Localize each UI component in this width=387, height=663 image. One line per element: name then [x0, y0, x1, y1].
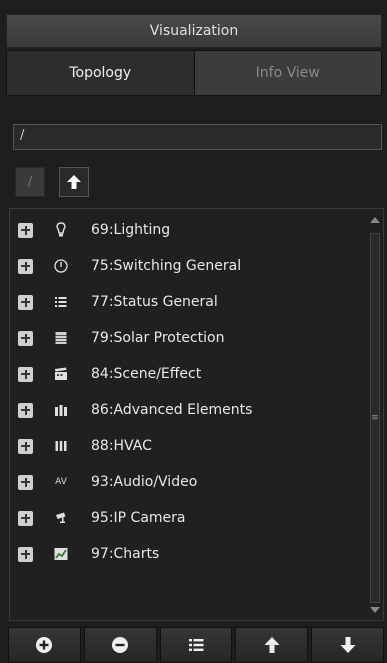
panel-title: Visualization [149, 23, 239, 39]
av-icon-text: AV [55, 477, 67, 487]
expand-icon[interactable] [18, 366, 33, 382]
tab-bar: Topology Info View [6, 50, 382, 96]
list-item[interactable]: 77:Status General [18, 287, 358, 317]
list-item-label: 95:IP Camera [91, 510, 186, 526]
list-item[interactable]: 95:IP Camera [18, 503, 358, 533]
plus-circle-icon [36, 637, 53, 653]
list-item[interactable]: 88:HVAC [18, 431, 358, 461]
tab-info-view[interactable]: Info View [194, 51, 381, 95]
hvac-icon [53, 438, 69, 454]
expand-icon[interactable] [18, 546, 33, 562]
expand-icon[interactable] [18, 294, 33, 310]
tab-topology-label: Topology [69, 65, 132, 81]
expand-icon[interactable] [18, 438, 33, 454]
scroll-down-arrow-icon[interactable] [370, 607, 380, 613]
expand-icon[interactable] [18, 330, 33, 346]
path-field[interactable]: / [13, 124, 382, 150]
power-icon [53, 258, 69, 274]
expand-icon[interactable] [18, 402, 33, 418]
up-level-button[interactable] [59, 167, 89, 197]
list-item-label: 97:Charts [91, 546, 160, 562]
tab-topology[interactable]: Topology [7, 51, 195, 95]
arrow-up-icon [264, 637, 280, 653]
list-icon [188, 639, 204, 651]
visualization-panel: Visualization Topology Info View / / 69:… [0, 0, 387, 663]
grip-icon: ≡ [371, 413, 379, 423]
tab-info-view-label: Info View [255, 65, 320, 81]
list-item[interactable]: AV 93:Audio/Video [18, 467, 358, 497]
root-button-label: / [27, 174, 33, 190]
blind-icon [53, 330, 69, 346]
move-up-button[interactable] [235, 627, 309, 663]
list-item-label: 69:Lighting [91, 222, 171, 238]
list-item-label: 88:HVAC [91, 438, 152, 454]
root-button[interactable]: / [15, 167, 45, 197]
list-item-label: 93:Audio/Video [91, 474, 198, 490]
list-item-label: 75:Switching General [91, 258, 242, 274]
bottom-toolbar [8, 627, 384, 663]
list-item[interactable]: 75:Switching General [18, 251, 358, 281]
expand-icon[interactable] [18, 474, 33, 490]
arrow-up-icon [67, 175, 81, 189]
list-item-label: 84:Scene/Effect [91, 366, 202, 382]
list-button[interactable] [159, 627, 233, 663]
lightbulb-icon [53, 222, 69, 238]
list-item-label: 79:Solar Protection [91, 330, 225, 346]
function-list: 69:Lighting 75:Switching General 77:Stat… [9, 208, 384, 621]
remove-button[interactable] [83, 627, 157, 663]
list-item[interactable]: 84:Scene/Effect [18, 359, 358, 389]
list-item[interactable]: 86:Advanced Elements [18, 395, 358, 425]
minus-circle-icon [112, 637, 129, 653]
clapperboard-icon [53, 366, 69, 382]
expand-icon[interactable] [18, 258, 33, 274]
list-item-label: 86:Advanced Elements [91, 402, 253, 418]
vertical-scrollbar[interactable]: ≡ [369, 215, 381, 615]
list-item[interactable]: 69:Lighting [18, 215, 358, 245]
list-item[interactable]: 97:Charts [18, 539, 358, 569]
advanced-elements-icon [53, 402, 69, 418]
status-list-icon [53, 294, 69, 310]
av-icon: AV [53, 474, 69, 490]
chart-icon [53, 546, 69, 562]
panel-header: Visualization [6, 14, 382, 48]
list-item[interactable]: 79:Solar Protection [18, 323, 358, 353]
arrow-down-icon [340, 637, 356, 653]
camera-icon [53, 510, 69, 526]
move-down-button[interactable] [311, 627, 384, 663]
scroll-thumb[interactable]: ≡ [370, 233, 380, 603]
list-item-label: 77:Status General [91, 294, 218, 310]
scroll-up-arrow-icon[interactable] [370, 217, 380, 223]
expand-icon[interactable] [18, 510, 33, 526]
expand-icon[interactable] [18, 222, 33, 238]
add-button[interactable] [8, 627, 81, 663]
